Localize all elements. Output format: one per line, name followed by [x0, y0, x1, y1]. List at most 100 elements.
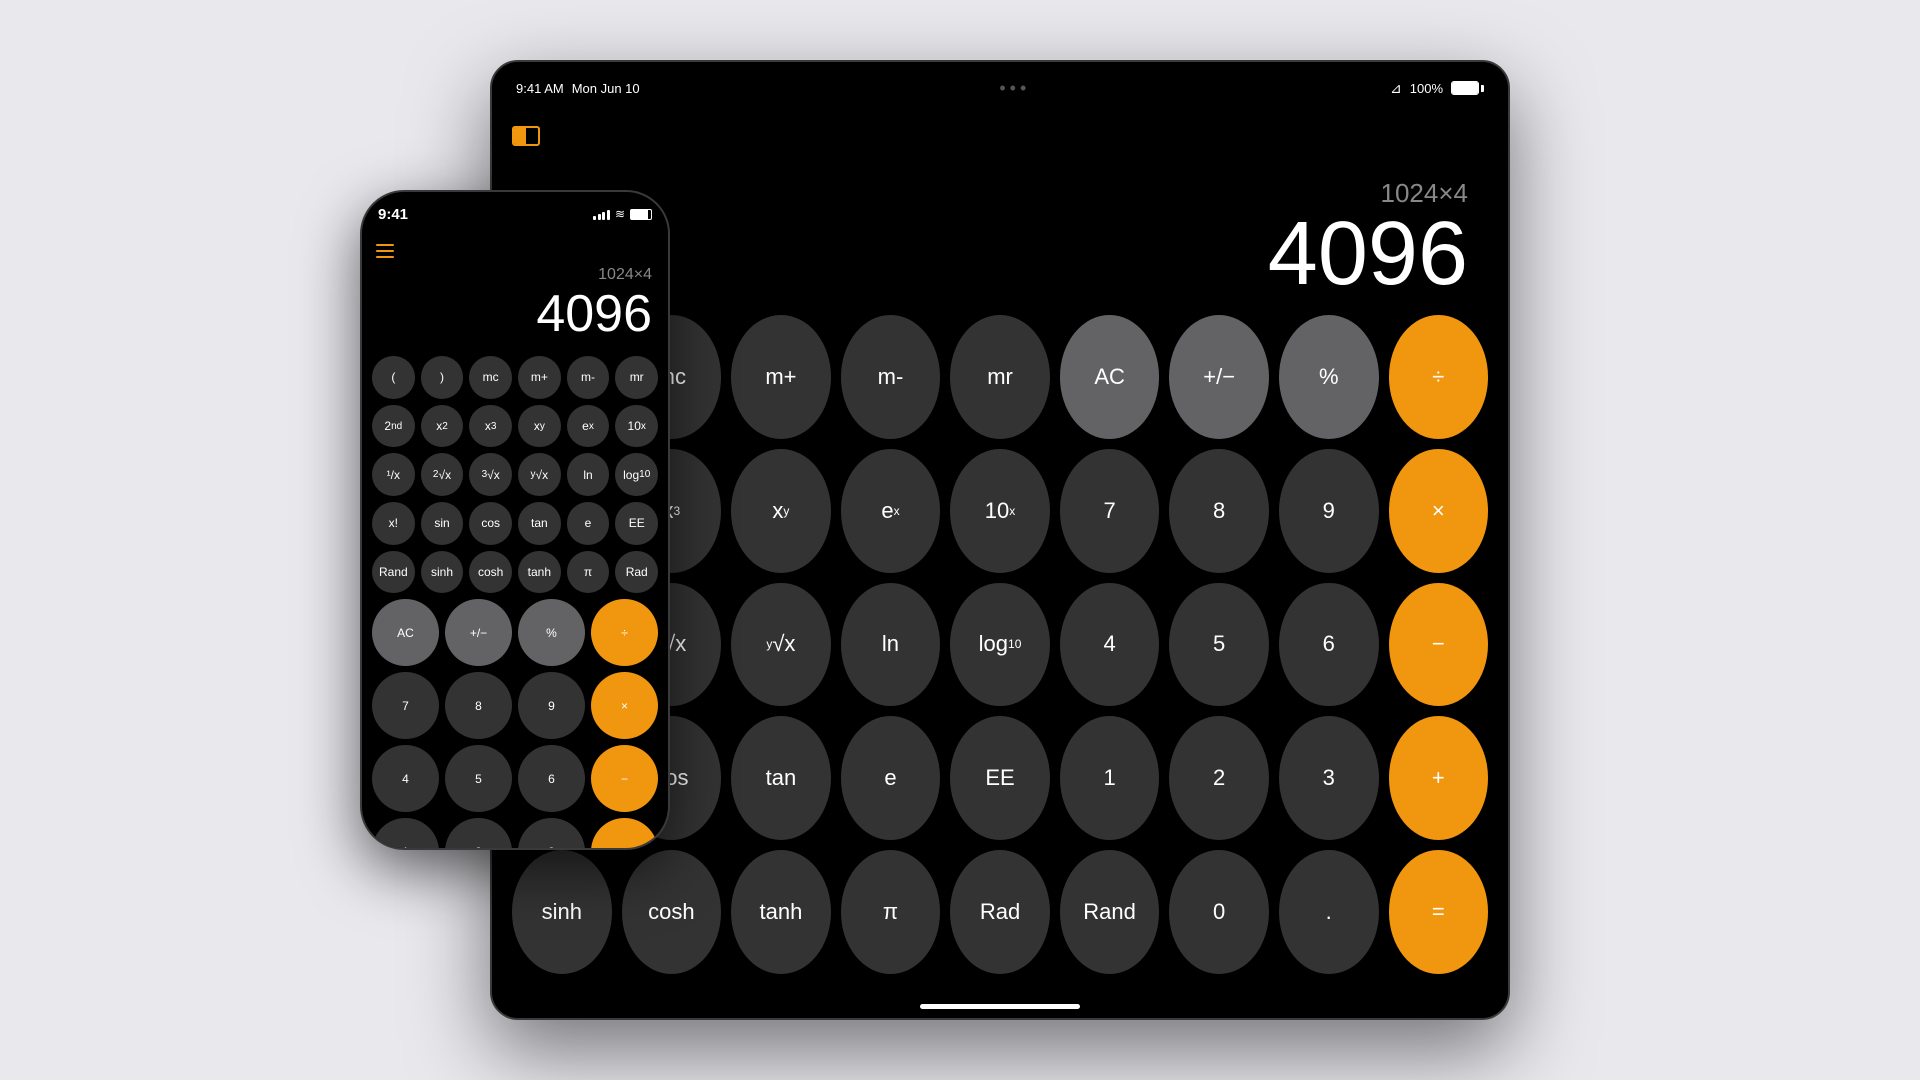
- iphone-btn-x[interactable]: y√x: [518, 453, 561, 496]
- iphone-btn-row-3: x!sincostaneEE: [372, 502, 658, 545]
- ipad-btn-5[interactable]: 5: [1169, 583, 1269, 707]
- iphone-btn-Rand[interactable]: Rand: [372, 551, 415, 594]
- iphone-btn-10[interactable]: 10x: [615, 405, 658, 448]
- ipad-btn-Rad[interactable]: Rad: [950, 850, 1050, 974]
- ipad-status-right: ⊿ 100%: [1390, 80, 1484, 97]
- iphone-btn-row-7: 456−: [372, 745, 658, 812]
- iphone-btn-e[interactable]: ex: [567, 405, 610, 448]
- iphone-btn-EE[interactable]: EE: [615, 502, 658, 545]
- iphone-btn-6[interactable]: 6: [518, 745, 585, 812]
- ipad-status-left: 9:41 AM Mon Jun 10: [516, 81, 640, 96]
- iphone-btn-row-4: RandsinhcoshtanhπRad: [372, 551, 658, 594]
- ipad-btn-e[interactable]: ex: [841, 449, 941, 573]
- iphone-btn-x[interactable]: x!: [372, 502, 415, 545]
- ipad-toolbar: [492, 114, 1508, 158]
- iphone-btn-row-1: 2ndx2x3xyex10x: [372, 405, 658, 448]
- ipad-btn-tan[interactable]: tan: [731, 716, 831, 840]
- iphone-btn-5[interactable]: 5: [445, 745, 512, 812]
- iphone-btn-row-6: 789×: [372, 672, 658, 739]
- iphone-btn-m[interactable]: m-: [567, 356, 610, 399]
- ipad-btn-EE[interactable]: EE: [950, 716, 1050, 840]
- iphone-btn-[interactable]: ÷: [591, 599, 658, 666]
- ipad-btn-7[interactable]: 7: [1060, 449, 1160, 573]
- iphone-btn-9[interactable]: 9: [518, 672, 585, 739]
- iphone-btn-x[interactable]: x2: [421, 405, 464, 448]
- iphone-btn-tan[interactable]: tan: [518, 502, 561, 545]
- iphone-btn-3[interactable]: 3: [518, 818, 585, 850]
- ipad-btn-sinh[interactable]: sinh: [512, 850, 612, 974]
- battery-icon: [1451, 81, 1484, 95]
- ipad-btn-0[interactable]: 0: [1169, 850, 1269, 974]
- iphone-btn-sin[interactable]: sin: [421, 502, 464, 545]
- split-view-icon[interactable]: [512, 126, 540, 146]
- iphone-btn-[interactable]: (: [372, 356, 415, 399]
- iphone-btn-sinh[interactable]: sinh: [421, 551, 464, 594]
- ipad-btn-Rand[interactable]: Rand: [1060, 850, 1160, 974]
- ipad-btn-tanh[interactable]: tanh: [731, 850, 831, 974]
- ipad-btn-[interactable]: %: [1279, 315, 1379, 439]
- iphone-btn-x[interactable]: x3: [469, 405, 512, 448]
- iphone-btn-log[interactable]: log10: [615, 453, 658, 496]
- ipad-btn-m[interactable]: m+: [731, 315, 831, 439]
- iphone-btn-ln[interactable]: ln: [567, 453, 610, 496]
- ipad-btn-10[interactable]: 10x: [950, 449, 1050, 573]
- iphone-btn-x[interactable]: xy: [518, 405, 561, 448]
- ipad-btn-mr[interactable]: mr: [950, 315, 1050, 439]
- ipad-btn-ln[interactable]: ln: [841, 583, 941, 707]
- iphone-btn-4[interactable]: 4: [372, 745, 439, 812]
- ipad-btn-6[interactable]: 6: [1279, 583, 1379, 707]
- iphone-time: 9:41: [378, 206, 408, 223]
- ipad-btn-8[interactable]: 8: [1169, 449, 1269, 573]
- iphone-btn-row-0: ()mcm+m-mr: [372, 356, 658, 399]
- ipad-btn-1[interactable]: 1: [1060, 716, 1160, 840]
- ipad-btn-AC[interactable]: AC: [1060, 315, 1160, 439]
- ipad-btn-x[interactable]: y√x: [731, 583, 831, 707]
- ipad-btn-m[interactable]: m-: [841, 315, 941, 439]
- iphone-btn-x[interactable]: 3√x: [469, 453, 512, 496]
- iphone-battery-icon: [630, 209, 652, 220]
- battery-percent: 100%: [1410, 81, 1443, 96]
- iphone-btn-[interactable]: ×: [591, 672, 658, 739]
- ipad-btn-[interactable]: ÷: [1389, 315, 1489, 439]
- iphone-btn-2[interactable]: 2nd: [372, 405, 415, 448]
- ipad-btn-cosh[interactable]: cosh: [622, 850, 722, 974]
- ipad-btn-[interactable]: +: [1389, 716, 1489, 840]
- iphone-btn-mc[interactable]: mc: [469, 356, 512, 399]
- ipad-btn-3[interactable]: 3: [1279, 716, 1379, 840]
- iphone-btn-AC[interactable]: AC: [372, 599, 439, 666]
- ipad-btn-[interactable]: −: [1389, 583, 1489, 707]
- ipad-btn-9[interactable]: 9: [1279, 449, 1379, 573]
- iphone-btn-cosh[interactable]: cosh: [469, 551, 512, 594]
- iphone-btn-cos[interactable]: cos: [469, 502, 512, 545]
- iphone-btn-[interactable]: ): [421, 356, 464, 399]
- ipad-btn-[interactable]: +/−: [1169, 315, 1269, 439]
- iphone-btn-1[interactable]: 1: [372, 818, 439, 850]
- iphone-btn-x[interactable]: ¹/x: [372, 453, 415, 496]
- iphone-btn-m[interactable]: m+: [518, 356, 561, 399]
- ipad-home-indicator: [492, 994, 1508, 1018]
- ipad-btn-e[interactable]: e: [841, 716, 941, 840]
- ipad-btn-x[interactable]: xy: [731, 449, 831, 573]
- ipad-btn-[interactable]: ×: [1389, 449, 1489, 573]
- iphone-btn-[interactable]: +/−: [445, 599, 512, 666]
- iphone-btn-8[interactable]: 8: [445, 672, 512, 739]
- menu-icon[interactable]: [376, 244, 394, 258]
- ipad-btn-[interactable]: .: [1279, 850, 1379, 974]
- iphone-btn-2[interactable]: 2: [445, 818, 512, 850]
- ipad-btn-2[interactable]: 2: [1169, 716, 1269, 840]
- iphone-btn-e[interactable]: e: [567, 502, 610, 545]
- iphone-expression: 1024×4: [598, 266, 652, 284]
- ipad-btn-4[interactable]: 4: [1060, 583, 1160, 707]
- iphone-btn-[interactable]: %: [518, 599, 585, 666]
- ipad-btn-[interactable]: =: [1389, 850, 1489, 974]
- ipad-btn-[interactable]: π: [841, 850, 941, 974]
- wifi-icon: ⊿: [1390, 80, 1402, 97]
- iphone-btn-[interactable]: π: [567, 551, 610, 594]
- iphone-btn-[interactable]: −: [591, 745, 658, 812]
- iphone-btn-x[interactable]: 2√x: [421, 453, 464, 496]
- ipad-btn-log[interactable]: log10: [950, 583, 1050, 707]
- iphone-btn-tanh[interactable]: tanh: [518, 551, 561, 594]
- iphone-btn-Rad[interactable]: Rad: [615, 551, 658, 594]
- iphone-btn-mr[interactable]: mr: [615, 356, 658, 399]
- iphone-btn-7[interactable]: 7: [372, 672, 439, 739]
